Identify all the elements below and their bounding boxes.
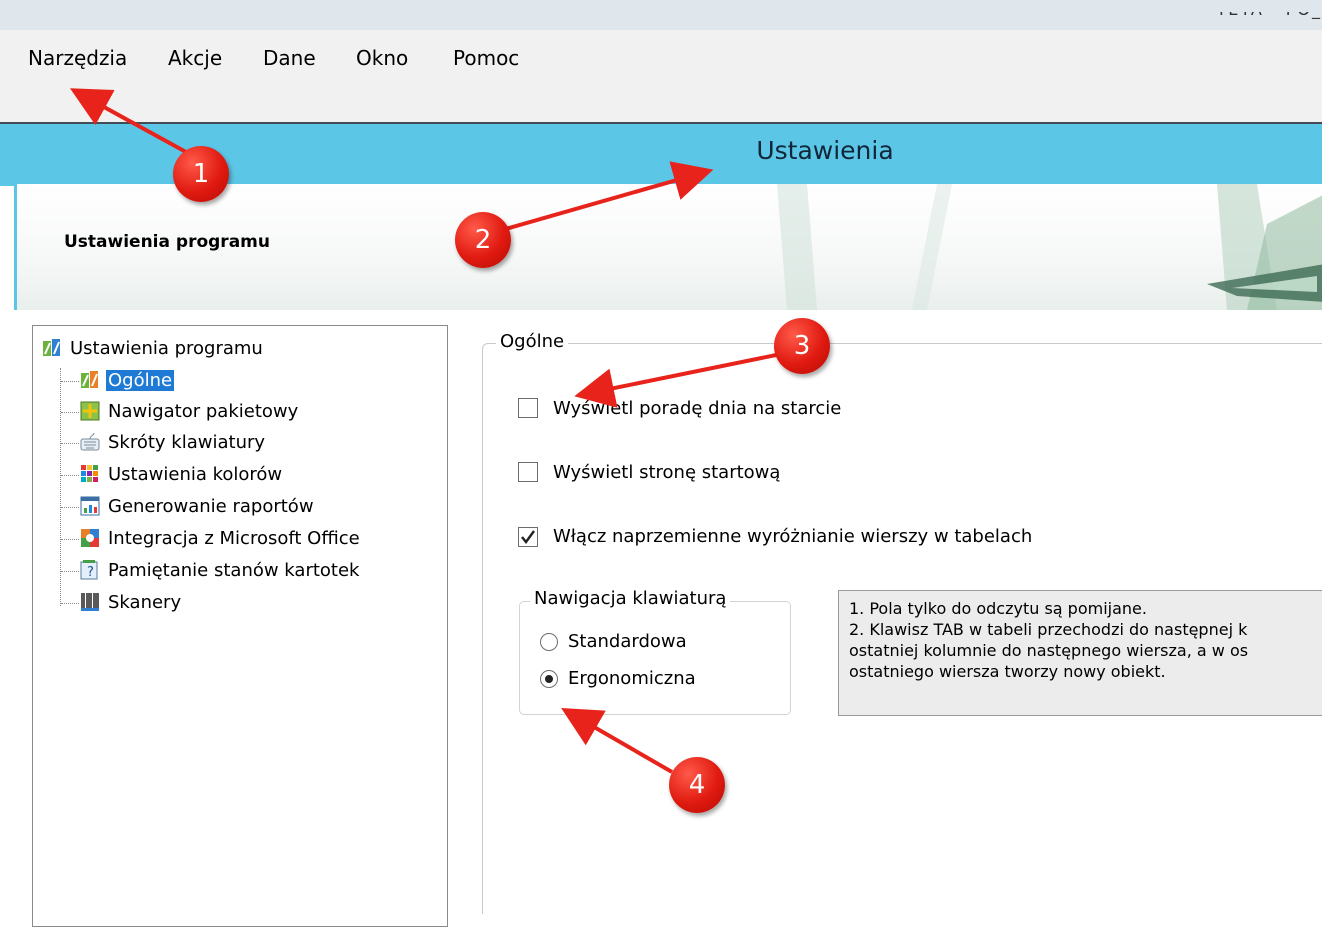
arrow-1 bbox=[69, 88, 187, 154]
annotation-badge-3: 3 bbox=[774, 318, 830, 374]
annotation-badge-2: 2 bbox=[455, 212, 511, 268]
arrow-2 bbox=[494, 161, 714, 234]
arrow-3 bbox=[574, 352, 782, 408]
annotation-arrows bbox=[69, 88, 782, 774]
annotation-badge-4: 4 bbox=[669, 757, 725, 813]
arrow-4 bbox=[561, 708, 673, 774]
annotation-badge-1: 1 bbox=[173, 146, 229, 202]
